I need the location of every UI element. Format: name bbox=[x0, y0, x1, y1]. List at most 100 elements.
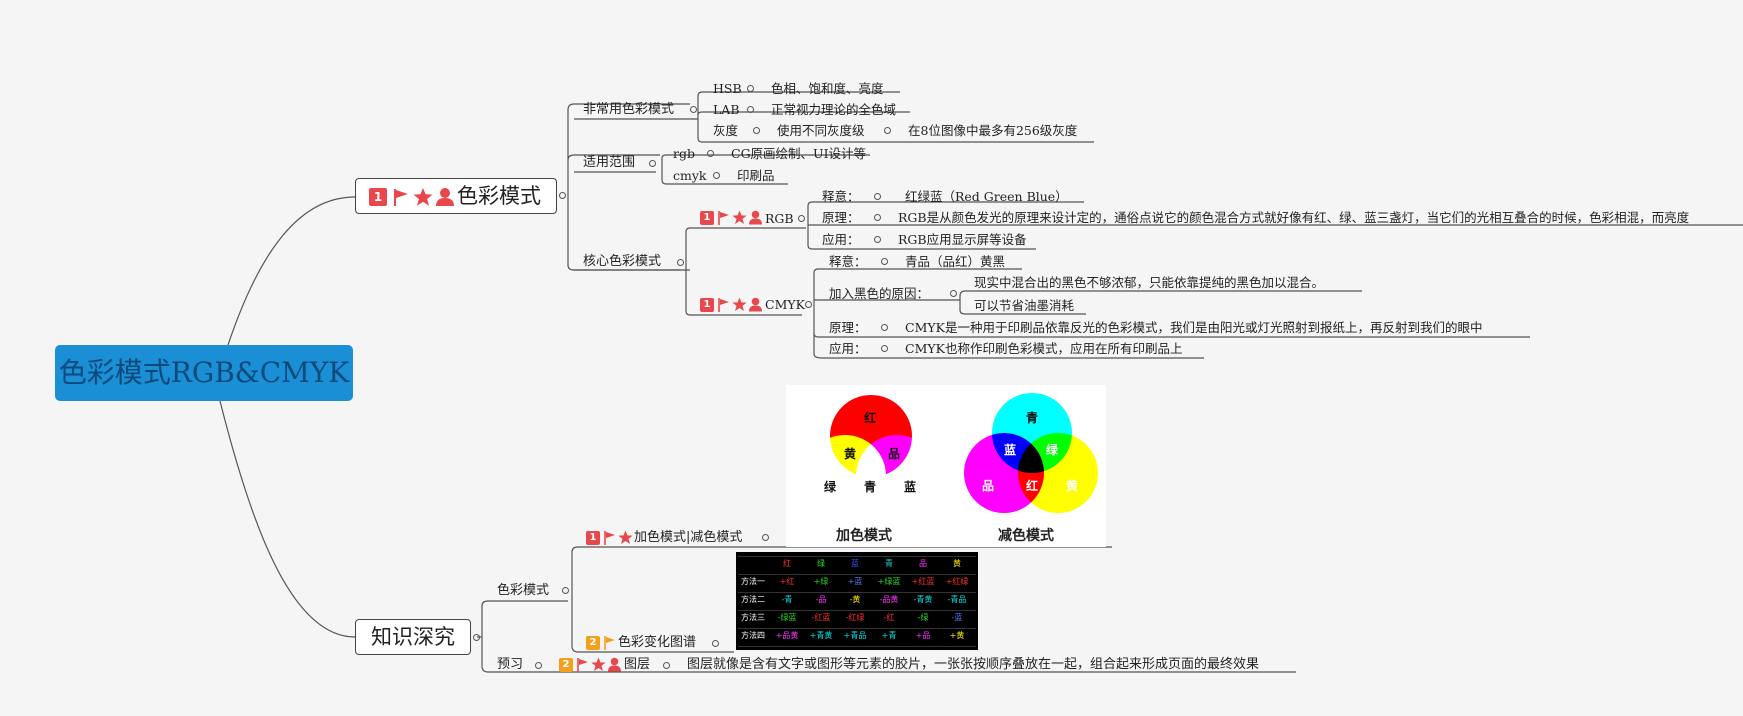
rgb-meaning-value[interactable]: 红绿蓝（Red Green Blue） bbox=[905, 189, 1068, 205]
additive-label: 红 bbox=[864, 411, 877, 425]
table-cell: -红 bbox=[883, 613, 895, 622]
table-cell: +绿 bbox=[813, 577, 829, 586]
collapse-toggle[interactable] bbox=[747, 106, 754, 113]
flag-icon bbox=[577, 658, 588, 672]
topic-color-mode[interactable]: 1 色彩模式 bbox=[355, 178, 557, 214]
rgb-scope-key[interactable]: rgb bbox=[673, 146, 695, 162]
priority-1-icon: 1 bbox=[586, 531, 600, 545]
collapse-toggle[interactable] bbox=[713, 172, 720, 179]
topic-deep-dive[interactable]: 知识深究 bbox=[355, 619, 471, 655]
flag-icon bbox=[718, 211, 729, 225]
collapse-toggle[interactable] bbox=[884, 127, 891, 134]
black-reason-2[interactable]: 可以节省油墨消耗 bbox=[974, 298, 1074, 314]
topic-color-mode-label: 色彩模式 bbox=[457, 184, 541, 208]
root-label: 色彩模式RGB&CMYK bbox=[58, 356, 350, 389]
collapse-toggle[interactable] bbox=[747, 85, 754, 92]
rgb-usage-value[interactable]: RGB应用显示屏等设备 bbox=[898, 232, 1027, 248]
rgb-principle-value[interactable]: RGB是从颜色发光的原理来设计定的，通俗点说它的颜色混合方式就好像有红、绿、蓝三… bbox=[898, 210, 1689, 226]
table-cell: +品黄 bbox=[775, 631, 799, 640]
collapse-toggle[interactable] bbox=[881, 345, 888, 352]
cmyk-scope-value[interactable]: 印刷品 bbox=[737, 168, 775, 184]
cmyk-scope-key[interactable]: cmyk bbox=[673, 168, 707, 184]
table-cell: -品 bbox=[815, 595, 827, 604]
table-cell: -品黄 bbox=[879, 595, 899, 604]
cmyk-principle-key[interactable]: 原理： bbox=[829, 320, 867, 336]
subtractive-label: 蓝 bbox=[1004, 443, 1017, 457]
cmyk-meaning-value[interactable]: 青品（品红）黄黑 bbox=[905, 254, 1005, 270]
uncommon-modes-label[interactable]: 非常用色彩模式 bbox=[583, 102, 674, 118]
priority-1-icon: 1 bbox=[369, 188, 387, 206]
flag-icon bbox=[604, 531, 615, 545]
rgb-meaning-key[interactable]: 释意： bbox=[822, 189, 860, 205]
gray-extra[interactable]: 在8位图像中最多有256级灰度 bbox=[908, 123, 1077, 139]
additive-label: 蓝 bbox=[904, 480, 917, 494]
hsb-key[interactable]: HSB bbox=[713, 81, 742, 97]
collapse-toggle[interactable] bbox=[559, 192, 566, 199]
flag-icon bbox=[718, 298, 729, 312]
root-node[interactable]: 色彩模式RGB&CMYK bbox=[55, 345, 353, 401]
collapse-toggle[interactable] bbox=[562, 587, 569, 594]
table-header: 蓝 bbox=[851, 559, 859, 568]
rgb-principle-key[interactable]: 原理： bbox=[822, 210, 860, 226]
rgb-scope-value[interactable]: CG原画绘制、UI设计等 bbox=[731, 146, 866, 162]
rgb-node-label[interactable]: RGB bbox=[765, 211, 794, 227]
addsub-label[interactable]: 加色模式|减色模式 bbox=[634, 530, 742, 546]
collapse-toggle[interactable] bbox=[874, 193, 881, 200]
table-cell: -青 bbox=[781, 595, 793, 604]
collapse-toggle[interactable] bbox=[753, 127, 760, 134]
collapse-toggle[interactable] bbox=[874, 236, 881, 243]
lab-key[interactable]: LAB bbox=[713, 102, 740, 118]
cmyk-principle-value[interactable]: CMYK是一种用于印刷品依靠反光的色彩模式，我们是由阳光或灯光照射到报纸上，再反… bbox=[905, 320, 1482, 336]
table-cell: +黄 bbox=[949, 631, 965, 640]
layer-value[interactable]: 图层就像是含有文字或图形等元素的胶片，一张张按顺序叠放在一起，组合起来形成页面的… bbox=[687, 657, 1259, 673]
preview-label[interactable]: 预习 bbox=[497, 657, 523, 673]
lab-value[interactable]: 正常视力理论的全色域 bbox=[771, 102, 896, 118]
flag-icon bbox=[604, 636, 615, 650]
cmyk-usage-value[interactable]: CMYK也称作印刷色彩模式，应用在所有印刷品上 bbox=[905, 341, 1182, 357]
cmyk-usage-key[interactable]: 应用： bbox=[829, 341, 867, 357]
person-icon bbox=[608, 657, 621, 672]
collapse-toggle[interactable] bbox=[473, 634, 480, 641]
rgb-usage-key[interactable]: 应用： bbox=[822, 232, 860, 248]
collapse-toggle[interactable] bbox=[805, 301, 812, 308]
collapse-toggle[interactable] bbox=[690, 106, 697, 113]
additive-label: 品 bbox=[888, 447, 901, 461]
black-reason-key[interactable]: 加入黑色的原因： bbox=[829, 286, 929, 302]
collapse-toggle[interactable] bbox=[649, 160, 656, 167]
table-header: 红 bbox=[783, 559, 791, 568]
gray-key[interactable]: 灰度 bbox=[713, 123, 738, 139]
collapse-toggle[interactable] bbox=[677, 259, 684, 266]
cmyk-node-label[interactable]: CMYK bbox=[765, 297, 805, 313]
subtractive-label: 红 bbox=[1026, 479, 1039, 493]
priority-1-icon: 1 bbox=[700, 211, 714, 225]
star-icon bbox=[591, 657, 606, 671]
collapse-toggle[interactable] bbox=[798, 215, 805, 222]
priority-1-icon: 1 bbox=[700, 298, 714, 312]
chart-label[interactable]: 色彩变化图谱 bbox=[618, 635, 696, 651]
table-cell: -绿蓝 bbox=[777, 613, 797, 622]
collapse-toggle[interactable] bbox=[712, 640, 719, 647]
core-modes-label[interactable]: 核心色彩模式 bbox=[583, 254, 661, 270]
additive-caption: 加色模式 bbox=[836, 528, 892, 544]
star-icon bbox=[732, 297, 747, 311]
priority-2-icon: 2 bbox=[586, 636, 600, 650]
collapse-toggle[interactable] bbox=[881, 258, 888, 265]
table-header: 青 bbox=[885, 559, 893, 568]
collapse-toggle[interactable] bbox=[874, 214, 881, 221]
gray-value[interactable]: 使用不同灰度级 bbox=[777, 123, 865, 139]
table-row-name: 方法四 bbox=[741, 631, 765, 640]
collapse-toggle[interactable] bbox=[762, 534, 769, 541]
collapse-toggle[interactable] bbox=[950, 290, 957, 297]
hsb-value[interactable]: 色相、饱和度、亮度 bbox=[771, 81, 884, 97]
collapse-toggle[interactable] bbox=[707, 150, 714, 157]
table-grid-line bbox=[738, 610, 976, 611]
scope-label[interactable]: 适用范围 bbox=[583, 155, 635, 171]
black-reason-1[interactable]: 现实中混合出的黑色不够浓郁，只能依靠提纯的黑色加以混合。 bbox=[974, 275, 1324, 291]
collapse-toggle[interactable] bbox=[663, 662, 670, 669]
table-cell: +青品 bbox=[843, 631, 867, 640]
cmyk-meaning-key[interactable]: 释意： bbox=[829, 254, 867, 270]
layer-label[interactable]: 图层 bbox=[624, 657, 650, 673]
colormode-label[interactable]: 色彩模式 bbox=[497, 583, 549, 599]
collapse-toggle[interactable] bbox=[881, 324, 888, 331]
collapse-toggle[interactable] bbox=[535, 662, 542, 669]
